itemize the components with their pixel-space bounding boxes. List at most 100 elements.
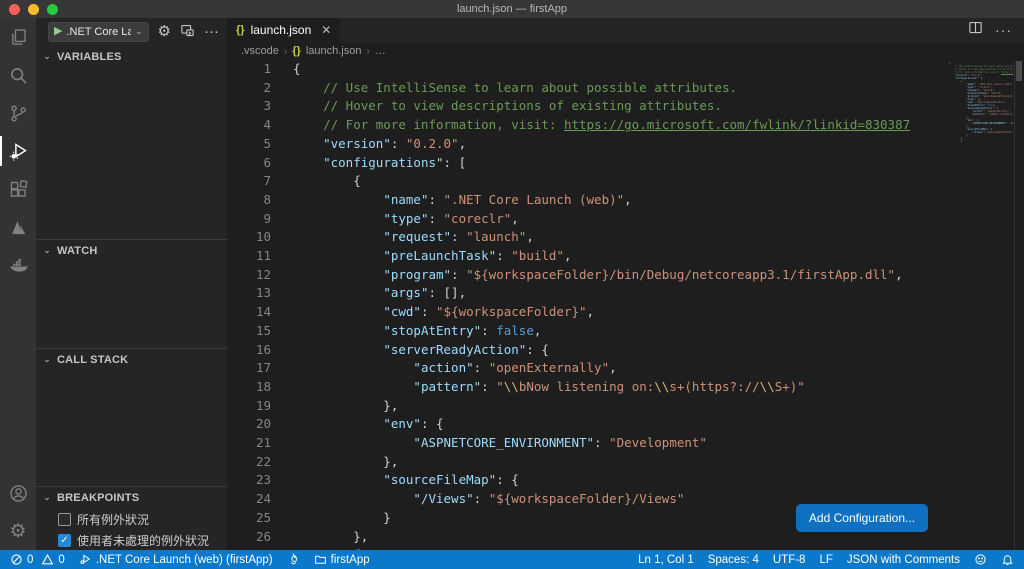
code-line[interactable]: 12 "program": "${workspaceFolder}/bin/De… <box>227 266 1024 285</box>
close-tab-icon[interactable]: ✕ <box>321 23 331 37</box>
code-line[interactable]: 6 "configurations": [ <box>227 154 1024 173</box>
code-line[interactable]: 16 "serverReadyAction": { <box>227 341 1024 360</box>
line-number: 6 <box>263 154 271 170</box>
chevron-down-icon: ⌄ <box>43 354 51 365</box>
more-actions-icon[interactable]: ··· <box>204 24 219 39</box>
variables-section-header[interactable]: ⌄ VARIABLES <box>36 46 227 68</box>
code-editor[interactable]: 1{2 // Use IntelliSense to learn about p… <box>227 60 1024 550</box>
editor-more-actions-icon[interactable]: ··· <box>995 22 1012 38</box>
language-mode-indicator[interactable]: JSON with Comments <box>847 554 960 566</box>
minimap[interactable]: { // Use IntelliSense to learn about pos… <box>949 62 1013 143</box>
breadcrumb: .vscode › {} launch.json › … <box>227 42 1024 60</box>
tab-launch-json[interactable]: {} launch.json ✕ <box>227 18 341 42</box>
code-line[interactable]: 3 // Hover to view descriptions of exist… <box>227 97 1024 116</box>
azure-icon[interactable] <box>0 208 36 246</box>
line-number: 10 <box>255 229 271 245</box>
tab-bar: {} launch.json ✕ ··· <box>227 18 1024 42</box>
code-line[interactable]: 27 { <box>227 546 1024 550</box>
chevron-down-icon: ⌄ <box>43 51 51 62</box>
line-number: 2 <box>263 79 271 95</box>
line-number: 22 <box>255 453 271 469</box>
code-line[interactable]: 2 // Use IntelliSense to learn about pos… <box>227 79 1024 98</box>
line-number: 13 <box>255 285 271 301</box>
code-line[interactable]: 8 "name": ".NET Core Launch (web)", <box>227 191 1024 210</box>
line-number: 9 <box>263 210 271 226</box>
chevron-right-icon: › <box>366 45 370 57</box>
breakpoints-section-header[interactable]: ⌄ BREAKPOINTS <box>36 487 227 509</box>
account-icon[interactable] <box>0 474 36 512</box>
launch-configuration-dropdown[interactable]: ▶ .NET Core Launc ⌄ <box>48 21 149 42</box>
docker-icon[interactable] <box>0 246 36 284</box>
debug-target-indicator[interactable]: .NET Core Launch (web) (firstApp) <box>79 553 273 566</box>
activity-bar: ⚙ <box>0 18 36 550</box>
line-number: 18 <box>255 378 271 394</box>
code-line[interactable]: 5 "version": "0.2.0", <box>227 135 1024 154</box>
chevron-down-icon: ⌄ <box>43 492 51 503</box>
source-control-icon[interactable] <box>0 94 36 132</box>
scrollbar-slider[interactable] <box>1016 61 1022 81</box>
code-line[interactable]: 11 "preLaunchTask": "build", <box>227 247 1024 266</box>
line-number: 7 <box>263 173 271 189</box>
watch-section-header[interactable]: ⌄ WATCH <box>36 240 227 262</box>
explorer-icon[interactable] <box>0 18 36 56</box>
breadcrumb-file[interactable]: launch.json <box>306 45 362 57</box>
line-number: 14 <box>255 304 271 320</box>
line-number: 15 <box>255 322 271 338</box>
breakpoint-label: 所有例外狀況 <box>77 512 150 527</box>
code-line[interactable]: 14 "cwd": "${workspaceFolder}", <box>227 303 1024 322</box>
code-line[interactable]: 10 "request": "launch", <box>227 228 1024 247</box>
cursor-position-indicator[interactable]: Ln 1, Col 1 <box>638 554 694 566</box>
settings-gear-icon[interactable]: ⚙ <box>0 512 36 550</box>
line-number: 11 <box>255 248 271 264</box>
json-file-icon: {} <box>236 24 245 36</box>
line-number: 27 <box>227 546 271 550</box>
checked-checkbox[interactable]: ✓ <box>58 533 71 547</box>
code-line[interactable]: 9 "type": "coreclr", <box>227 210 1024 229</box>
debug-toolbar: ▶ .NET Core Launc ⌄ ⚙ ··· <box>36 18 227 46</box>
split-editor-icon[interactable] <box>968 20 983 40</box>
folder-icon <box>314 555 326 564</box>
line-number: 25 <box>255 509 271 525</box>
encoding-indicator[interactable]: UTF-8 <box>773 554 806 566</box>
line-number: 26 <box>255 528 271 544</box>
code-line[interactable]: 19 }, <box>227 397 1024 416</box>
code-line[interactable]: 7 { <box>227 172 1024 191</box>
code-line[interactable]: 20 "env": { <box>227 415 1024 434</box>
add-configuration-button[interactable]: Add Configuration... <box>795 504 928 532</box>
code-line[interactable]: 22 }, <box>227 453 1024 472</box>
code-line[interactable]: 23 "sourceFileMap": { <box>227 471 1024 490</box>
variables-section: ⌄ VARIABLES <box>36 46 227 239</box>
chevron-right-icon: › <box>283 45 288 57</box>
feedback-smiley-icon[interactable] <box>974 553 987 566</box>
debug-console-icon[interactable] <box>180 23 195 41</box>
problems-indicator[interactable]: 0 0 <box>10 553 65 566</box>
breakpoint-item[interactable]: 所有例外狀況 <box>36 509 227 530</box>
run-and-debug-icon[interactable] <box>0 132 36 170</box>
code-line[interactable]: 13 "args": [], <box>227 284 1024 303</box>
editor-scrollbar[interactable] <box>1014 60 1024 550</box>
window-title: launch.json — firstApp <box>456 3 568 15</box>
indentation-indicator[interactable]: Spaces: 4 <box>708 554 759 566</box>
breadcrumb-folder[interactable]: .vscode <box>241 45 279 57</box>
line-number: 24 <box>255 491 271 507</box>
code-line[interactable]: 1{ <box>227 60 1024 79</box>
flame-indicator[interactable] <box>287 553 300 566</box>
breakpoint-label: 使用者未處理的例外狀況 <box>77 533 210 548</box>
search-icon[interactable] <box>0 56 36 94</box>
unchecked-checkbox[interactable] <box>58 512 71 526</box>
workspace-indicator[interactable]: firstApp <box>314 553 370 566</box>
extensions-icon[interactable] <box>0 170 36 208</box>
breadcrumb-symbol[interactable]: … <box>375 45 386 57</box>
code-line[interactable]: 4 // For more information, visit: https:… <box>227 116 1024 135</box>
notifications-bell-icon[interactable] <box>1001 553 1014 566</box>
breakpoint-item[interactable]: ✓ 使用者未處理的例外狀況 <box>36 530 227 550</box>
code-line[interactable]: 17 "action": "openExternally", <box>227 359 1024 378</box>
call-stack-section-header[interactable]: ⌄ CALL STACK <box>36 349 227 371</box>
configure-gear-icon[interactable]: ⚙ <box>158 24 171 39</box>
code-line[interactable]: 15 "stopAtEntry": false, <box>227 322 1024 341</box>
code-line[interactable]: 21 "ASPNETCORE_ENVIRONMENT": "Developmen… <box>227 434 1024 453</box>
error-icon <box>11 554 22 565</box>
eol-indicator[interactable]: LF <box>819 554 832 566</box>
code-line[interactable]: 18 "pattern": "\\bNow listening on:\\s+(… <box>227 378 1024 397</box>
start-debug-icon[interactable]: ▶ <box>54 26 62 37</box>
